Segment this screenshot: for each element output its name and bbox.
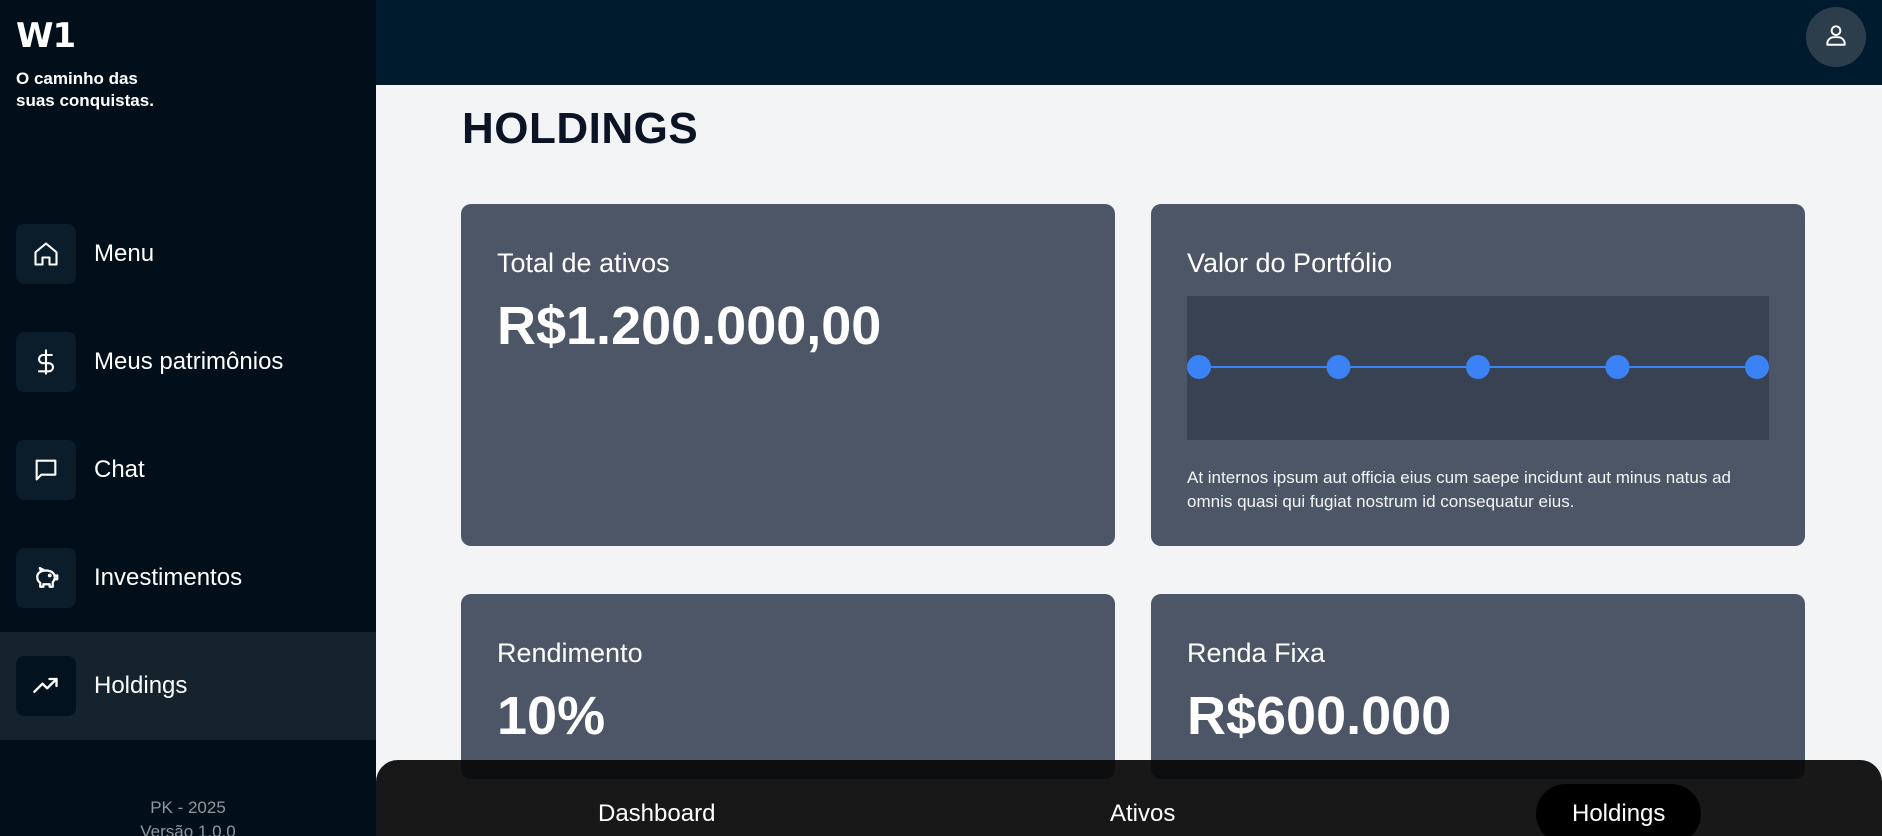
top-bar <box>376 0 1882 85</box>
portfolio-point-3[interactable] <box>1605 355 1630 379</box>
portfolio-point-0[interactable] <box>1187 355 1211 379</box>
total-assets-card: Total de ativos R$1.200.000,00 <box>461 204 1115 546</box>
portfolio-chart <box>1187 296 1769 440</box>
bottom-tab-bar: Dashboard Ativos Holdings <box>376 760 1882 836</box>
sidebar-item-label: Meus patrimônios <box>94 348 284 375</box>
card-description: At internos ipsum aut officia eius cum s… <box>1187 468 1731 511</box>
sidebar-item-label: Chat <box>94 456 145 483</box>
portfolio-chart-svg <box>1187 355 1769 379</box>
sidebar-footer: PK - 2025 Versão 1.0.0 <box>0 796 376 836</box>
chat-icon <box>16 440 76 500</box>
sidebar-item-holdings[interactable]: Holdings <box>0 632 376 740</box>
card-title: Renda Fixa <box>1187 638 1326 668</box>
sidebar-nav: Menu Meus patrimônios Chat Investimentos… <box>0 200 376 740</box>
brand-logo: W1 <box>16 16 76 56</box>
renda-fixa-card: Renda Fixa R$600.000 <box>1151 594 1805 779</box>
sidebar: W1 O caminho das suas conquistas. Menu M… <box>0 0 376 836</box>
portfolio-point-4[interactable] <box>1745 355 1769 379</box>
card-value: 10% <box>497 686 606 746</box>
brand-tagline-line2: suas conquistas. <box>16 91 154 110</box>
piggy-bank-icon <box>16 548 76 608</box>
sidebar-item-label: Menu <box>94 240 155 267</box>
copyright-text: PK - 2025 <box>150 798 226 817</box>
tab-ativos[interactable]: Ativos <box>1074 784 1211 836</box>
user-icon <box>1823 22 1849 53</box>
tab-dashboard[interactable]: Dashboard <box>562 784 751 836</box>
sidebar-item-menu[interactable]: Menu <box>0 200 376 308</box>
card-title: Valor do Portfólio <box>1187 248 1393 278</box>
version-text: Versão 1.0.0 <box>140 822 236 836</box>
dollar-icon <box>16 332 76 392</box>
sidebar-item-label: Holdings <box>94 672 188 699</box>
portfolio-value-card: Valor do Portfólio At internos ipsum aut… <box>1151 204 1805 546</box>
card-value: R$1.200.000,00 <box>497 296 882 356</box>
card-title: Total de ativos <box>497 248 670 278</box>
sidebar-item-meus-patrimonios[interactable]: Meus patrimônios <box>0 308 376 416</box>
home-icon <box>16 224 76 284</box>
sidebar-item-investimentos[interactable]: Investimentos <box>0 524 376 632</box>
portfolio-point-2[interactable] <box>1466 355 1490 379</box>
sidebar-item-label: Investimentos <box>94 564 243 591</box>
card-title: Rendimento <box>497 638 643 668</box>
card-value: R$600.000 <box>1187 686 1452 746</box>
brand-tagline: O caminho das suas conquistas. <box>16 68 186 112</box>
trending-up-icon <box>16 656 76 716</box>
page-title: HOLDINGS <box>462 104 699 153</box>
sidebar-item-chat[interactable]: Chat <box>0 416 376 524</box>
brand: W1 O caminho das suas conquistas. <box>16 16 186 112</box>
rendimento-card: Rendimento 10% <box>461 594 1115 779</box>
brand-tagline-line1: O caminho das <box>16 69 138 88</box>
tab-holdings[interactable]: Holdings <box>1536 784 1702 836</box>
portfolio-point-1[interactable] <box>1326 355 1351 379</box>
user-avatar-button[interactable] <box>1806 7 1866 67</box>
